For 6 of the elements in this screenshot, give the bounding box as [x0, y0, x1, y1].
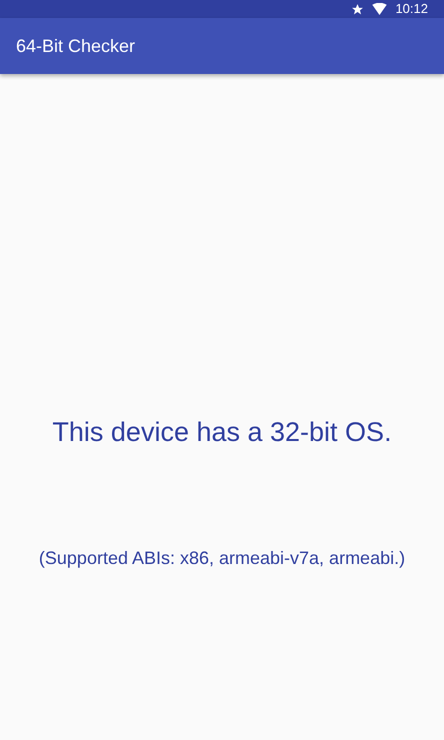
supported-abis-text: (Supported ABIs: x86, armeabi-v7a, armeabi.): [38, 546, 406, 570]
clock-time: 10:12: [395, 0, 428, 18]
wifi-icon: [372, 3, 388, 15]
result-headline: This device has a 32-bit OS.: [52, 416, 392, 449]
app-title: 64-Bit Checker: [16, 34, 136, 58]
star-icon: [351, 2, 364, 16]
